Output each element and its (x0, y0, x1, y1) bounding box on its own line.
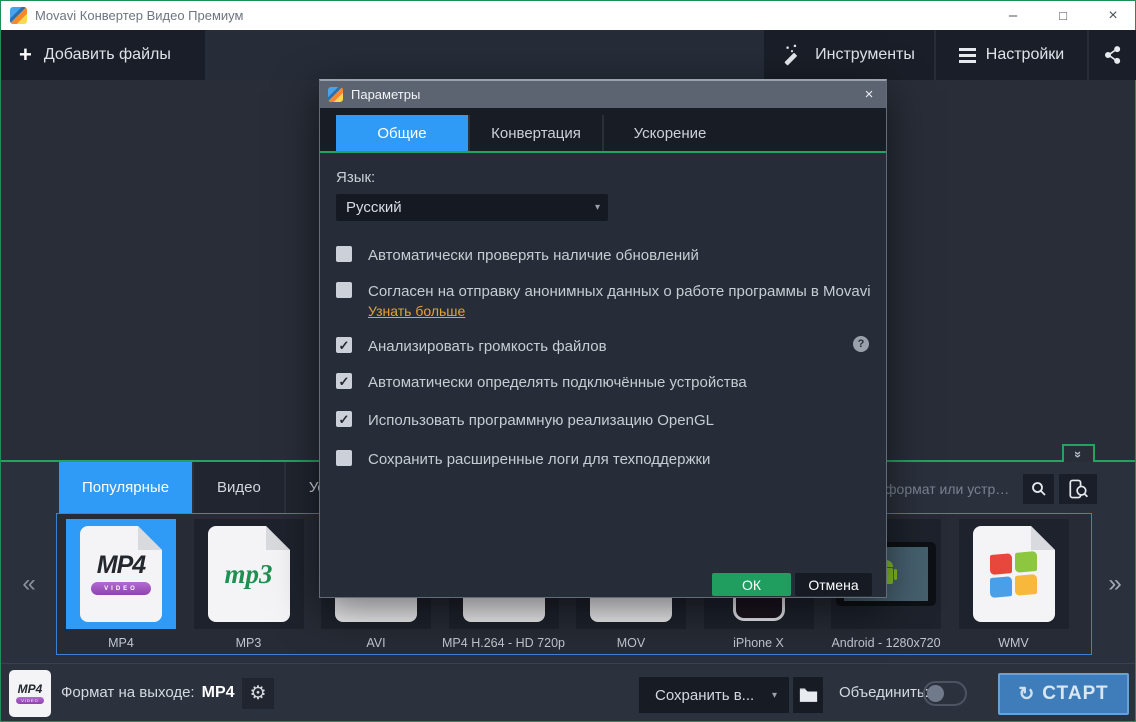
format-tile[interactable]: mp3 MP3 (194, 519, 304, 650)
checkbox-label: Автоматически определять подключённые ус… (368, 374, 747, 391)
format-tab-Популярные[interactable]: Популярные (59, 462, 192, 513)
checkbox[interactable] (336, 246, 352, 262)
device-search-icon (1066, 478, 1090, 500)
merge-label: Объединить: (839, 664, 929, 722)
dialog-close-button[interactable]: × (856, 81, 882, 108)
format-tile-icon (959, 519, 1069, 629)
search-button[interactable] (1023, 474, 1054, 504)
checkbox-label: Сохранить расширенные логи для техподдер… (368, 451, 710, 468)
format-tile-label: MP4 H.264 - HD 720p (442, 636, 565, 650)
add-files-label: Добавить файлы (44, 46, 171, 64)
caret-down-icon: ▾ (595, 202, 600, 213)
dialog-green-separator (320, 151, 886, 153)
checkbox-label: Согласен на отправку анонимных данных о … (368, 283, 871, 300)
dialog-title: Параметры (351, 81, 420, 108)
chevrons-down-icon: » (1072, 450, 1085, 457)
format-tile-icon: mp3 (194, 519, 304, 629)
gear-icon: ⚙ (249, 682, 266, 705)
magic-wand-icon (783, 44, 805, 66)
windows-logo-icon (990, 550, 1037, 597)
doc-text: mp3 (224, 561, 272, 588)
format-tile-icon: MP4 VIDEO (66, 519, 176, 629)
start-label: СТАРТ (1042, 683, 1108, 705)
scroll-right-button[interactable]: » (1095, 513, 1135, 655)
tools-label: Инструменты (815, 46, 915, 64)
doc-text: MP4 (97, 553, 145, 578)
save-to-label: Сохранить в... (655, 687, 754, 704)
output-format-value: MP4 (202, 684, 235, 701)
open-folder-button[interactable] (793, 677, 823, 713)
format-tile-label: MOV (617, 636, 645, 650)
top-toolbar: + Добавить файлы Инструменты Настройки (1, 30, 1135, 80)
output-format-icon: MP4 VIDEO (9, 670, 51, 717)
checkbox[interactable] (336, 450, 352, 466)
help-icon[interactable]: ? (853, 336, 869, 352)
cancel-button[interactable]: Отмена (795, 573, 872, 596)
checkbox-label: Анализировать громкость файлов (368, 338, 607, 355)
collapse-panel-button[interactable]: » (1062, 444, 1095, 462)
close-button[interactable]: × (1095, 1, 1131, 30)
caret-down-icon: ▾ (772, 690, 777, 701)
dialog-tab-Ускорение[interactable]: Ускорение (604, 115, 736, 151)
document-icon: MP4 VIDEO (80, 526, 162, 622)
start-button[interactable]: ↻ СТАРТ (998, 673, 1129, 715)
share-icon (1103, 45, 1123, 65)
folder-icon (799, 687, 818, 703)
format-tile-label: MP4 (108, 636, 134, 650)
settings-button[interactable]: Настройки (936, 30, 1087, 80)
learn-more-link[interactable]: Узнать больше (368, 303, 465, 319)
dialog-tabs: ОбщиеКонвертацияУскорение (336, 115, 736, 151)
window-titlebar: Movavi Конвертер Видео Премиум – □ × (1, 1, 1135, 30)
search-icon (1030, 480, 1048, 498)
format-settings-button[interactable]: ⚙ (242, 678, 274, 709)
save-to-button[interactable]: Сохранить в... ▾ (639, 677, 789, 713)
add-files-button[interactable]: + Добавить файлы (1, 30, 205, 80)
checkbox[interactable]: ✓ (336, 411, 352, 427)
output-doc-text: MP4 (18, 683, 43, 695)
app-logo-icon (10, 7, 27, 24)
device-search-button[interactable] (1059, 474, 1097, 504)
format-tile[interactable]: MP4 VIDEO MP4 (66, 519, 176, 650)
maximize-button[interactable]: □ (1045, 1, 1081, 30)
checkbox[interactable] (336, 282, 352, 298)
tools-button[interactable]: Инструменты (764, 30, 934, 80)
language-value: Русский (346, 199, 402, 216)
minimize-button[interactable]: – (995, 1, 1031, 30)
convert-icon: ↻ (1018, 683, 1034, 706)
menu-icon (959, 45, 976, 66)
merge-toggle[interactable] (923, 681, 967, 706)
language-label: Язык: (336, 169, 375, 186)
plus-icon: + (19, 44, 32, 66)
toggle-knob (927, 685, 944, 702)
format-tile-label: WMV (998, 636, 1029, 650)
dialog-tab-Общие[interactable]: Общие (336, 115, 468, 151)
format-tile-label: AVI (366, 636, 385, 650)
format-tile-label: MP3 (236, 636, 262, 650)
output-doc-badge: VIDEO (16, 697, 44, 704)
scroll-left-button[interactable]: « (7, 513, 51, 655)
dialog-tabrow: ОбщиеКонвертацияУскорение (320, 108, 886, 151)
share-button[interactable] (1089, 30, 1136, 80)
dialog-app-icon (328, 87, 343, 102)
dialog-tab-Конвертация[interactable]: Конвертация (470, 115, 602, 151)
format-tile-label: iPhone X (733, 636, 784, 650)
language-select[interactable]: Русский ▾ (336, 194, 608, 221)
checkbox-label: Автоматически проверять наличие обновлен… (368, 247, 699, 264)
format-tab-Видео[interactable]: Видео (194, 462, 284, 513)
window-title: Movavi Конвертер Видео Премиум (35, 1, 243, 30)
format-tile-label: Android - 1280x720 (831, 636, 940, 650)
bottom-bar: MP4 VIDEO Формат на выходе:MP4 ⚙ Сохрани… (1, 663, 1135, 721)
checkbox[interactable]: ✓ (336, 337, 352, 353)
checkbox[interactable]: ✓ (336, 373, 352, 389)
document-icon (973, 526, 1055, 622)
document-icon: mp3 (208, 526, 290, 622)
output-format-label: Формат на выходе:MP4 (61, 664, 235, 722)
format-tile[interactable]: WMV (959, 519, 1069, 650)
checkbox-label: Использовать программную реализацию Open… (368, 412, 714, 429)
dialog-titlebar[interactable]: Параметры × (320, 81, 886, 108)
preferences-dialog: Параметры × ОбщиеКонвертацияУскорение Яз… (319, 79, 887, 598)
ok-button[interactable]: ОК (712, 573, 791, 596)
video-badge: VIDEO (91, 582, 151, 595)
settings-label: Настройки (986, 46, 1064, 64)
